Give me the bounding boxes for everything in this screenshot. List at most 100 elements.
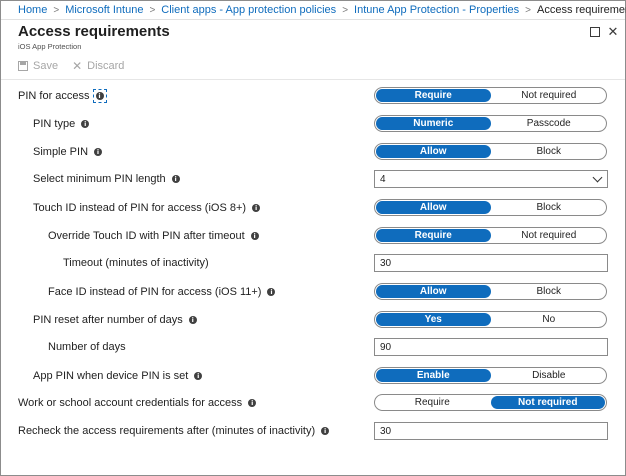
blade-frame: Home > Microsoft Intune > Client apps - … xyxy=(0,0,626,476)
toggle-option-disable[interactable]: Disable xyxy=(492,368,607,383)
setting-label-container: Override Touch ID with PIN after timeout… xyxy=(48,226,259,246)
toggle-pin-reset: Yes No xyxy=(374,311,607,328)
setting-label: Number of days xyxy=(48,341,126,353)
toggle-pin-type: Numeric Passcode xyxy=(374,115,607,132)
restore-window-button[interactable] xyxy=(588,25,602,39)
setting-label: Override Touch ID with PIN after timeout xyxy=(48,230,245,242)
setting-row-pin-for-access: PIN for access i Require Not required xyxy=(1,86,625,106)
input-value: 30 xyxy=(380,257,392,269)
toggle-option-allow[interactable]: Allow xyxy=(376,201,491,214)
info-icon[interactable]: i xyxy=(188,316,197,324)
setting-label: Touch ID instead of PIN for access (iOS … xyxy=(33,202,247,214)
info-icon[interactable]: i xyxy=(321,427,330,435)
number-of-days-input[interactable]: 90 xyxy=(374,338,608,356)
breadcrumb-separator: > xyxy=(53,4,60,16)
toggle-option-block[interactable]: Block xyxy=(492,200,607,215)
toggle-pin-for-access: Require Not required xyxy=(374,87,607,104)
chevron-down-icon xyxy=(592,172,603,183)
setting-label-container: App PIN when device PIN is set i xyxy=(33,366,203,386)
toggle-option-allow[interactable]: Allow xyxy=(376,145,491,158)
breadcrumb-app-protection-properties[interactable]: Intune App Protection - Properties xyxy=(354,4,519,16)
info-icon[interactable]: i xyxy=(248,399,257,407)
recheck-minutes-input[interactable]: 30 xyxy=(374,422,608,440)
toolbar-divider xyxy=(1,79,625,80)
save-button[interactable]: Save xyxy=(18,60,58,72)
setting-label: Face ID instead of PIN for access (iOS 1… xyxy=(48,286,262,298)
setting-row-min-pin-length: Select minimum PIN length i 4 xyxy=(1,169,625,189)
setting-label: PIN for access xyxy=(18,90,90,102)
info-icon: i xyxy=(95,92,104,100)
breadcrumb-microsoft-intune[interactable]: Microsoft Intune xyxy=(65,4,143,16)
info-icon[interactable]: i xyxy=(267,288,276,296)
setting-label: PIN type xyxy=(33,118,76,130)
info-icon[interactable]: i xyxy=(250,232,259,240)
info-icon[interactable]: i xyxy=(171,175,180,183)
setting-row-face-id: Face ID instead of PIN for access (iOS 1… xyxy=(1,282,625,302)
info-focus-box[interactable]: i xyxy=(92,89,107,103)
toggle-option-block[interactable]: Block xyxy=(492,284,607,299)
toggle-option-passcode[interactable]: Passcode xyxy=(492,116,607,131)
setting-label-container: Work or school account credentials for a… xyxy=(18,393,257,413)
info-icon[interactable]: i xyxy=(94,148,103,156)
toggle-work-credentials: Require Not required xyxy=(374,394,607,411)
command-bar: Save ✕ Discard xyxy=(18,60,124,72)
setting-label: Work or school account credentials for a… xyxy=(18,397,243,409)
breadcrumb: Home > Microsoft Intune > Client apps - … xyxy=(1,1,626,20)
save-icon xyxy=(18,61,28,71)
setting-label-container: Recheck the access requirements after (m… xyxy=(18,421,330,441)
setting-label-container: PIN reset after number of days i xyxy=(33,310,197,330)
setting-label: PIN reset after number of days xyxy=(33,314,183,326)
close-button[interactable]: ✕ xyxy=(606,24,620,39)
breadcrumb-separator: > xyxy=(525,4,531,16)
setting-row-pin-type: PIN type i Numeric Passcode xyxy=(1,114,625,134)
toggle-face-id: Allow Block xyxy=(374,283,607,300)
setting-label-container: Touch ID instead of PIN for access (iOS … xyxy=(33,198,261,218)
toggle-option-block[interactable]: Block xyxy=(492,144,607,159)
input-value: 90 xyxy=(380,341,392,353)
toggle-simple-pin: Allow Block xyxy=(374,143,607,160)
min-pin-length-dropdown[interactable]: 4 xyxy=(374,170,608,188)
toggle-option-require[interactable]: Require xyxy=(375,395,490,410)
page-title: Access requirements xyxy=(18,23,170,40)
setting-label: Recheck the access requirements after (m… xyxy=(18,425,316,437)
info-icon[interactable]: i xyxy=(252,204,261,212)
toggle-option-require[interactable]: Require xyxy=(376,229,491,242)
info-icon[interactable]: i xyxy=(81,120,90,128)
breadcrumb-current: Access requirements xyxy=(536,4,626,16)
setting-label-container: PIN for access i xyxy=(18,86,107,106)
toggle-touch-id: Allow Block xyxy=(374,199,607,216)
discard-icon: ✕ xyxy=(72,59,83,73)
restore-icon xyxy=(590,27,600,37)
info-icon[interactable]: i xyxy=(194,372,203,380)
toggle-option-no[interactable]: No xyxy=(492,312,607,327)
toggle-option-not-required[interactable]: Not required xyxy=(490,396,605,409)
setting-label-container: Face ID instead of PIN for access (iOS 1… xyxy=(48,282,276,302)
toggle-override-touch-id: Require Not required xyxy=(374,227,607,244)
toggle-option-numeric[interactable]: Numeric xyxy=(376,117,491,130)
setting-row-work-credentials: Work or school account credentials for a… xyxy=(1,393,625,413)
breadcrumb-separator: > xyxy=(342,4,349,16)
setting-row-simple-pin: Simple PIN i Allow Block xyxy=(1,142,625,162)
discard-button[interactable]: ✕ Discard xyxy=(72,60,124,72)
toggle-option-allow[interactable]: Allow xyxy=(376,285,491,298)
toggle-app-pin-device-pin: Enable Disable xyxy=(374,367,607,384)
close-icon: ✕ xyxy=(607,24,619,39)
toggle-option-yes[interactable]: Yes xyxy=(376,313,491,326)
setting-row-timeout: Timeout (minutes of inactivity) 30 xyxy=(1,253,625,273)
breadcrumb-home[interactable]: Home xyxy=(18,4,47,16)
setting-label: Select minimum PIN length xyxy=(33,173,166,185)
setting-row-number-of-days: Number of days 90 xyxy=(1,337,625,357)
breadcrumb-client-apps[interactable]: Client apps - App protection policies xyxy=(161,4,336,16)
setting-label-container: Simple PIN i xyxy=(33,142,103,162)
toggle-option-enable[interactable]: Enable xyxy=(376,369,491,382)
setting-label: App PIN when device PIN is set xyxy=(33,370,189,382)
dropdown-value: 4 xyxy=(380,173,386,185)
setting-row-recheck: Recheck the access requirements after (m… xyxy=(1,421,625,441)
setting-row-app-pin-device-pin: App PIN when device PIN is set i Enable … xyxy=(1,366,625,386)
timeout-input[interactable]: 30 xyxy=(374,254,608,272)
setting-label-container: Select minimum PIN length i xyxy=(33,169,180,189)
setting-row-touch-id: Touch ID instead of PIN for access (iOS … xyxy=(1,198,625,218)
toggle-option-not-required[interactable]: Not required xyxy=(492,88,607,103)
toggle-option-not-required[interactable]: Not required xyxy=(492,228,607,243)
toggle-option-require[interactable]: Require xyxy=(376,89,491,102)
